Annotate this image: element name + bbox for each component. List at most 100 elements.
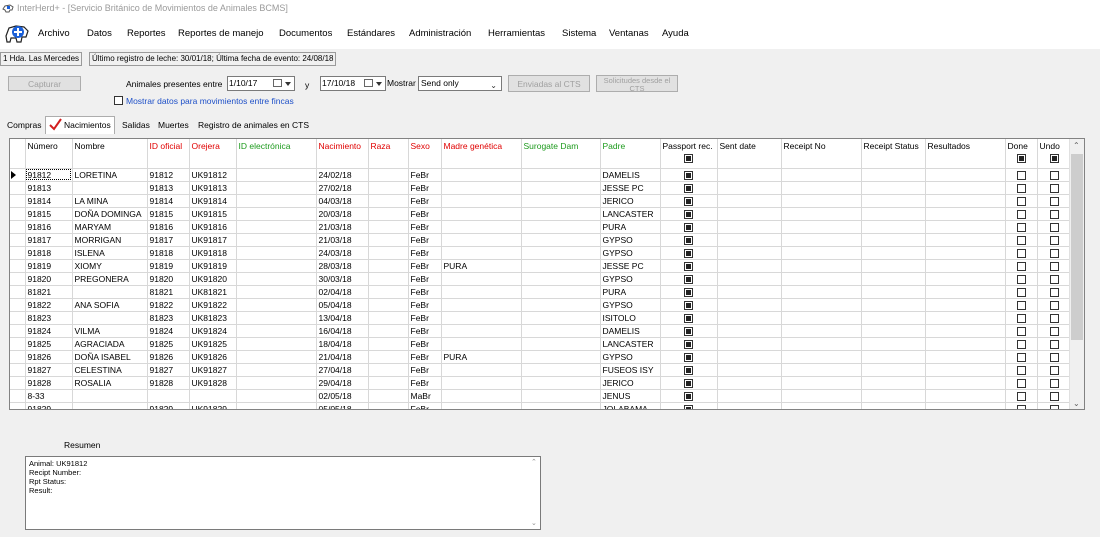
grid-cell[interactable]	[521, 246, 601, 260]
grid-cell-empty[interactable]	[781, 298, 862, 312]
grid-cell[interactable]: 05/04/18	[316, 298, 369, 312]
grid-cell[interactable]	[441, 194, 522, 208]
grid-cell[interactable]	[368, 298, 409, 312]
passport-received-checkbox-cell[interactable]	[660, 324, 718, 338]
passport-received-checkbox-cell[interactable]	[660, 168, 718, 182]
grid-cell[interactable]: 91825	[25, 337, 73, 351]
done-checkbox-cell[interactable]	[1005, 350, 1038, 364]
grid-cell-empty[interactable]	[781, 194, 862, 208]
grid-cell[interactable]	[521, 389, 601, 403]
grid-cell[interactable]: 91826	[147, 350, 190, 364]
grid-cell[interactable]: 91820	[25, 272, 73, 286]
done-checkbox-cell[interactable]	[1005, 168, 1038, 182]
grid-cell[interactable]: UK91828	[189, 376, 237, 390]
passport-received-checkbox[interactable]	[684, 274, 693, 284]
grid-cell[interactable]	[521, 259, 601, 273]
grid-cell-empty[interactable]	[925, 272, 1006, 286]
undo-checkbox-cell[interactable]	[1037, 246, 1072, 260]
passport-received-checkbox[interactable]	[684, 183, 693, 193]
grid-cell-empty[interactable]	[861, 298, 926, 312]
chevron-down-icon[interactable]	[285, 82, 291, 86]
undo-checkbox-cell[interactable]	[1037, 285, 1072, 299]
table-row[interactable]: 91816 MARYAM 91816 UK91816 21/03/18 FeBr PURA	[10, 220, 1076, 234]
passport-received-checkbox-cell[interactable]	[660, 207, 718, 221]
grid-cell-empty[interactable]	[717, 337, 782, 351]
grid-cell-empty[interactable]	[925, 220, 1006, 234]
done-checkbox-cell[interactable]	[1005, 402, 1038, 409]
done-checkbox[interactable]	[1016, 339, 1026, 349]
grid-cell[interactable]	[441, 311, 522, 325]
grid-cell[interactable]: 91827	[25, 363, 73, 377]
passport-received-checkbox[interactable]	[684, 313, 693, 323]
grid-cell[interactable]	[368, 350, 409, 364]
grid-cell-empty[interactable]	[781, 272, 862, 286]
grid-cell[interactable]: FeBr	[408, 168, 442, 182]
show-select[interactable]: Send only ⌄	[418, 76, 502, 91]
grid-cell[interactable]: 91829	[147, 402, 190, 409]
logo-icon[interactable]	[4, 20, 30, 44]
undo-checkbox-cell[interactable]	[1037, 168, 1072, 182]
grid-cell[interactable]	[521, 220, 601, 234]
grid-cell[interactable]: 28/03/18	[316, 259, 369, 273]
grid-cell[interactable]	[368, 285, 409, 299]
grid-cell-empty[interactable]	[717, 220, 782, 234]
grid-cell[interactable]	[441, 376, 522, 390]
tab-muertes[interactable]: Muertes	[155, 118, 192, 132]
table-row[interactable]: 91813 91813 UK91813 27/02/18 FeBr JESSE PC	[10, 181, 1076, 195]
grid-cell[interactable]: 20/03/18	[316, 207, 369, 221]
grid-cell[interactable]	[236, 298, 317, 312]
grid-cell[interactable]	[236, 246, 317, 260]
grid-cell-empty[interactable]	[861, 389, 926, 403]
done-checkbox-cell[interactable]	[1005, 324, 1038, 338]
grid-cell[interactable]	[521, 272, 601, 286]
undo-checkbox[interactable]	[1049, 235, 1059, 245]
grid-cell-empty[interactable]	[861, 272, 926, 286]
grid-cell-empty[interactable]	[861, 376, 926, 390]
grid-cell[interactable]: GYPSO	[600, 246, 661, 260]
column-header-8[interactable]: Madre genética	[441, 139, 522, 169]
table-row[interactable]: 81823 81823 UK81823 13/04/18 FeBr ISITOLO	[10, 311, 1076, 325]
grid-cell[interactable]: LANCASTER	[600, 337, 661, 351]
grid-cell-empty[interactable]	[781, 389, 862, 403]
grid-cell-empty[interactable]	[781, 376, 862, 390]
grid-cell-empty[interactable]	[717, 168, 782, 182]
grid-cell[interactable]: FeBr	[408, 285, 442, 299]
grid-cell[interactable]: PURA	[600, 220, 661, 234]
undo-checkbox[interactable]	[1049, 391, 1059, 401]
grid-cell[interactable]	[236, 324, 317, 338]
grid-cell-empty[interactable]	[861, 324, 926, 338]
grid-cell[interactable]: 21/03/18	[316, 233, 369, 247]
grid-cell[interactable]: JOLABAMA	[600, 402, 661, 409]
passport-received-checkbox[interactable]	[684, 261, 693, 271]
row-header[interactable]	[10, 246, 26, 260]
undo-checkbox[interactable]	[1049, 222, 1059, 232]
grid-cell[interactable]: ISITOLO	[600, 311, 661, 325]
grid-cell[interactable]: ISLENA	[72, 246, 148, 260]
grid-cell[interactable]	[236, 311, 317, 325]
grid-cell[interactable]: 81823	[147, 311, 190, 325]
passport-received-checkbox-cell[interactable]	[660, 259, 718, 273]
grid-cell[interactable]: JERICO	[600, 194, 661, 208]
grid-cell[interactable]: 91817	[25, 233, 73, 247]
grid-cell[interactable]: FeBr	[408, 324, 442, 338]
grid-cell[interactable]: 91824	[25, 324, 73, 338]
column-header-16[interactable]: Done	[1005, 139, 1038, 169]
undo-checkbox[interactable]	[1049, 326, 1059, 336]
grid-cell[interactable]	[441, 272, 522, 286]
grid-cell[interactable]	[368, 259, 409, 273]
grid-cell[interactable]: GYPSO	[600, 272, 661, 286]
tab-salidas[interactable]: Salidas	[119, 118, 153, 132]
grid-cell[interactable]: 24/03/18	[316, 246, 369, 260]
table-row[interactable]: 91815 DOÑA DOMINGA 91815 UK91815 20/03/18 FeB…	[10, 207, 1076, 221]
grid-cell-empty[interactable]	[717, 311, 782, 325]
column-header-17[interactable]: Undo	[1037, 139, 1072, 169]
grid-cell[interactable]: 91828	[147, 376, 190, 390]
grid-cell-empty[interactable]	[781, 363, 862, 377]
grid-cell[interactable]: LORETINA	[72, 168, 148, 182]
grid-cell[interactable]: FeBr	[408, 220, 442, 234]
grid-cell[interactable]	[521, 363, 601, 377]
grid-cell-empty[interactable]	[717, 259, 782, 273]
grid-cell[interactable]: ROSALIA	[72, 376, 148, 390]
grid-cell[interactable]	[521, 350, 601, 364]
row-header[interactable]	[10, 402, 26, 409]
